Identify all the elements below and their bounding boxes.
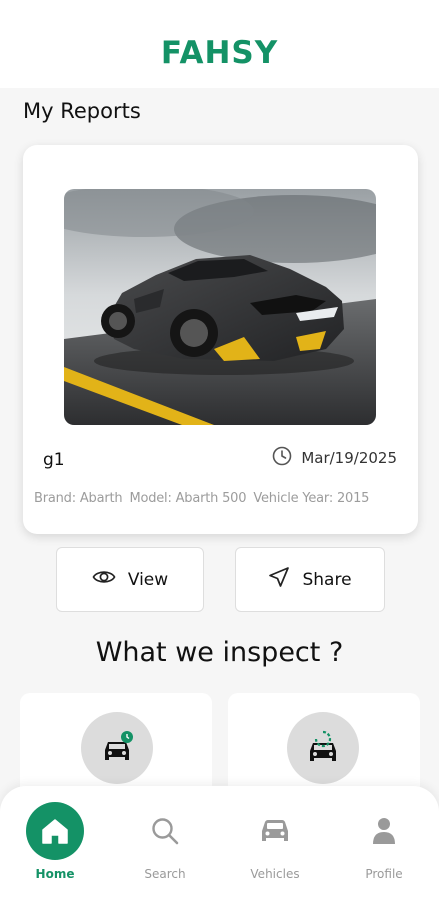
eye-icon [92,568,116,591]
nav-profile[interactable]: Profile [329,786,439,900]
send-icon [268,566,290,593]
report-date-text: Mar/19/2025 [301,449,397,467]
nav-search-label: Search [144,867,186,881]
bottom-nav: Home Search Vehicles Profile [0,786,439,900]
car-image [64,189,376,425]
nav-search[interactable]: Search [110,786,220,900]
nav-vehicles[interactable]: Vehicles [220,786,330,900]
nav-home[interactable]: Home [0,786,110,900]
car-icon [246,802,304,860]
inspect-title: What we inspect ? [95,637,344,668]
report-card[interactable]: g1 Mar/19/2025 Brand: Abarth Model: Abar… [23,145,418,534]
clock-icon [272,446,292,470]
nav-profile-label: Profile [365,867,403,881]
report-date: Mar/19/2025 [272,446,397,470]
share-button-label: Share [302,569,352,590]
home-icon [26,802,84,860]
nav-vehicles-label: Vehicles [250,867,300,881]
app-title: FAHSY [160,35,279,71]
view-button[interactable]: View [56,547,204,612]
car-clock-icon [81,712,153,784]
nav-home-label: Home [35,867,75,881]
app-header: FAHSY [0,0,439,88]
person-icon [355,802,413,860]
report-model: Model: Abarth 500 [129,491,247,506]
view-button-label: View [127,569,169,590]
report-brand: Brand: Abarth [34,491,123,506]
report-name: g1 [43,450,65,470]
search-icon [136,802,194,860]
report-meta: Brand: Abarth Model: Abarth 500 Vehicle … [34,491,409,506]
share-button[interactable]: Share [235,547,385,612]
section-title: My Reports [23,99,141,123]
report-year: Vehicle Year: 2015 [253,491,370,506]
car-check-icon [287,712,359,784]
